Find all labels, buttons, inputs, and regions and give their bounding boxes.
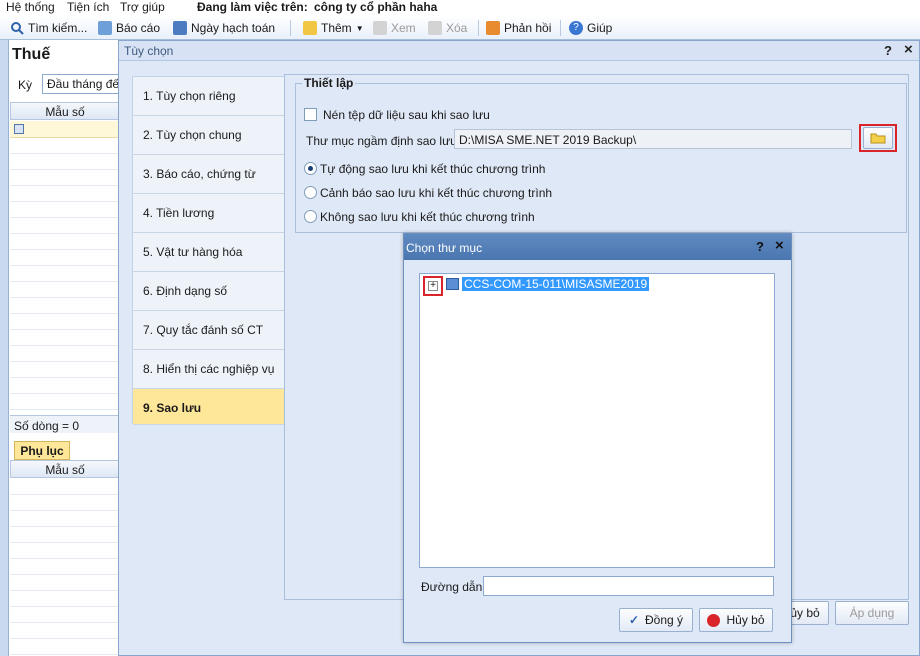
backup-folder-input[interactable]: D:\MISA SME.NET 2019 Backup\: [454, 129, 852, 149]
tab-general[interactable]: 2. Tùy chọn chung: [133, 116, 284, 155]
delete-label: Xóa: [446, 21, 468, 35]
working-label: Đang làm việc trên:: [197, 0, 308, 14]
dialog-close-icon[interactable]: ×: [904, 41, 913, 58]
path-input[interactable]: [483, 576, 774, 596]
compress-label: Nén tệp dữ liệu sau khi sao lưu: [323, 108, 490, 122]
radio-auto-backup[interactable]: [304, 162, 317, 175]
radio-warn-label: Cảnh báo sao lưu khi kết thúc chương trì…: [320, 186, 553, 200]
apply-button[interactable]: Áp dụng: [835, 601, 909, 625]
tab-salary[interactable]: 4. Tiền lương: [133, 194, 284, 233]
browse-highlight: [859, 124, 897, 152]
menu-he-thong[interactable]: Hệ thống: [6, 0, 55, 14]
tree-root-node[interactable]: CCS-COM-15-011\MISASME2019: [462, 277, 650, 291]
add-icon: [303, 21, 317, 35]
cancel-folder-button[interactable]: Hủy bỏ: [699, 608, 773, 632]
calendar-icon: [173, 21, 187, 35]
compress-checkbox[interactable]: [304, 108, 317, 121]
column-header-form[interactable]: Mẫu số: [10, 102, 120, 120]
search-button[interactable]: Tìm kiếm...: [10, 20, 87, 36]
checkmark-icon: ✓: [628, 613, 640, 627]
company-name: công ty cổ phần haha: [314, 0, 438, 14]
panel-title: Thuế: [12, 46, 51, 63]
cancel-label: Hủy bỏ: [726, 613, 765, 627]
empty-grid: [10, 138, 118, 426]
folder-tree: + CCS-COM-15-011\MISASME2019: [419, 273, 775, 568]
help-circle-icon: ?: [569, 21, 583, 35]
column-header-form-2[interactable]: Mẫu số: [10, 460, 120, 478]
toolbar-separator: [290, 20, 291, 36]
settings-group: Thiết lập Nén tệp dữ liệu sau khi sao lư…: [295, 76, 907, 233]
posting-date-button[interactable]: Ngày hạch toán: [173, 20, 275, 36]
column-header-label-2: Mẫu số: [45, 463, 85, 477]
folder-label: Thư mục ngầm định sao lưu: [306, 134, 457, 148]
radio-auto-label: Tự động sao lưu khi kết thúc chương trìn…: [320, 162, 546, 176]
folder-dialog-titlebar: Chọn thư mục ? ×: [404, 234, 791, 260]
menu-tro-giup[interactable]: Trợ giúp: [120, 0, 165, 14]
period-select[interactable]: Đầu tháng đến: [42, 74, 120, 94]
toolbar: Tìm kiếm... Báo cáo Ngày hạch toán Thêm …: [0, 16, 920, 40]
left-edge-strip: [0, 40, 9, 656]
menu-tien-ich[interactable]: Tiện ích: [67, 0, 109, 14]
tab-backup[interactable]: 9. Sao lưu: [133, 389, 284, 425]
folder-icon: [870, 133, 886, 144]
choose-folder-dialog: Chọn thư mục ? × + CCS-COM-15-011\MISASM…: [403, 233, 792, 643]
ok-button[interactable]: ✓ Đồng ý: [619, 608, 693, 632]
radio-no-backup[interactable]: [304, 210, 317, 223]
browse-folder-button[interactable]: [863, 127, 893, 149]
computer-icon: [446, 278, 459, 290]
ok-label: Đồng ý: [645, 613, 684, 627]
options-tab-list: 1. Tùy chọn riêng 2. Tùy chọn chung 3. B…: [132, 76, 284, 425]
view-label: Xem: [391, 21, 416, 35]
report-button[interactable]: Báo cáo: [98, 20, 160, 36]
folder-dialog-help-icon[interactable]: ?: [756, 239, 764, 254]
add-button[interactable]: Thêm ▼: [303, 20, 364, 36]
feedback-button[interactable]: Phản hồi: [486, 20, 551, 36]
tax-panel: Thuế Kỳ Đầu tháng đến Mẫu số Số dòng = 0…: [0, 40, 120, 656]
tab-personal[interactable]: 1. Tùy chọn riêng: [133, 77, 284, 116]
envelope-icon: [486, 21, 500, 35]
help-label: Giúp: [587, 21, 613, 35]
row-indicator-icon: [14, 124, 24, 134]
posting-date-label: Ngày hạch toán: [191, 21, 276, 35]
view-icon: [373, 21, 387, 35]
radio-warn-backup[interactable]: [304, 186, 317, 199]
feedback-label: Phản hồi: [504, 21, 552, 35]
expand-plus-icon[interactable]: +: [428, 281, 438, 291]
add-label: Thêm: [321, 21, 352, 35]
empty-grid-2: [10, 479, 118, 655]
report-label: Báo cáo: [116, 21, 161, 35]
dialog-titlebar: Tùy chọn ? ×: [119, 41, 919, 61]
no-entry-icon: [707, 613, 721, 627]
group-title: Thiết lập: [302, 76, 356, 90]
table-row[interactable]: [10, 121, 120, 138]
report-icon: [98, 21, 112, 35]
folder-dialog-close-icon[interactable]: ×: [775, 237, 784, 254]
path-label: Đường dẫn: [421, 580, 483, 594]
expand-highlight: +: [423, 276, 443, 296]
toolbar-separator: [560, 20, 561, 36]
tab-inventory[interactable]: 5. Vật tư hàng hóa: [133, 233, 284, 272]
tab-number-format[interactable]: 6. Định dạng số: [133, 272, 284, 311]
tab-numbering-rules[interactable]: 7. Quy tắc đánh số CT: [133, 311, 284, 350]
search-icon: [10, 21, 24, 35]
search-label: Tìm kiếm...: [28, 21, 88, 35]
dialog-help-icon[interactable]: ?: [884, 43, 892, 58]
delete-button[interactable]: Xóa: [428, 20, 467, 36]
view-button[interactable]: Xem: [373, 20, 416, 36]
radio-none-label: Không sao lưu khi kết thúc chương trình: [320, 210, 535, 224]
delete-icon: [428, 21, 442, 35]
help-button[interactable]: ? Giúp: [569, 20, 612, 36]
tab-appendix[interactable]: Phụ lục: [14, 441, 70, 460]
chevron-down-icon: ▼: [355, 23, 364, 33]
menu-bar: Hệ thống Tiện ích Trợ giúp Đang làm việc…: [0, 0, 920, 16]
period-label: Kỳ: [18, 78, 33, 92]
dialog-title: Tùy chọn: [124, 44, 174, 58]
column-header-label: Mẫu số: [45, 105, 85, 119]
tab-reports[interactable]: 3. Báo cáo, chứng từ: [133, 155, 284, 194]
toolbar-separator: [478, 20, 479, 36]
tab-display-operations[interactable]: 8. Hiển thị các nghiệp vụ: [133, 350, 284, 389]
folder-dialog-title: Chọn thư mục: [406, 241, 483, 255]
row-count: Số dòng = 0: [10, 415, 120, 433]
